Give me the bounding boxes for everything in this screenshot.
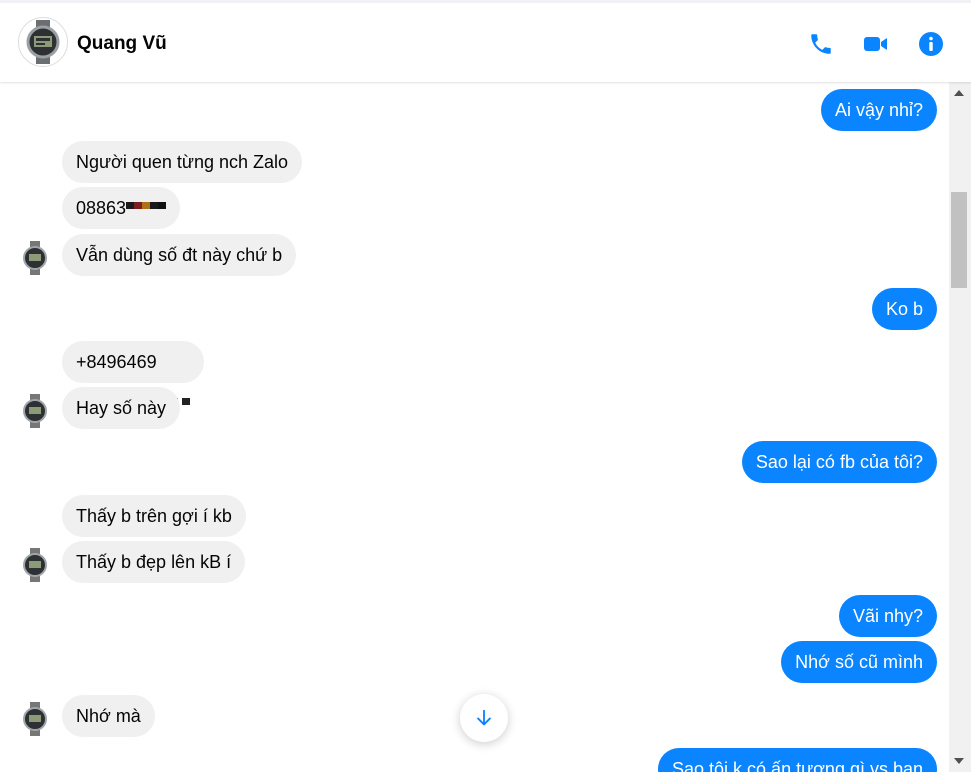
arrow-down-icon [477,709,491,726]
scroll-down-arrow-icon[interactable] [954,758,964,764]
scroll-up-arrow-icon[interactable] [954,90,964,96]
contact-avatar-small [21,394,49,428]
contact-name[interactable]: Quang Vũ [77,33,167,55]
phone-icon[interactable] [808,31,834,57]
incoming-message-redacted[interactable]: 08863 [62,187,181,252]
redaction-mark [126,202,167,252]
video-camera-icon[interactable] [863,31,889,57]
contact-avatar-small [21,241,49,275]
conversation-header: Quang Vũ [0,0,971,82]
message-text: +8496469 [76,352,157,372]
incoming-message-redacted[interactable]: +8496469 [62,341,204,406]
incoming-message[interactable]: Thấy b đẹp lên kB í [62,541,246,583]
message-thread[interactable]: Ai vậy nhỉ? Người quen từng nch Zalo 088… [0,82,949,772]
outgoing-message[interactable]: Sao lại có fb của tôi? [741,441,937,483]
message-text: 08863 [76,198,127,218]
contact-avatar-small [21,702,49,736]
incoming-message[interactable]: Nhớ mà [62,695,155,737]
outgoing-message[interactable]: Vãi nhy? [838,595,937,637]
redaction-mark [156,356,190,406]
contact-avatar[interactable] [18,17,68,67]
outgoing-message[interactable]: Nhớ số cũ mình [781,641,937,683]
incoming-message[interactable]: Hay số này [62,387,181,429]
contact-avatar-small [21,548,49,582]
incoming-message[interactable]: Người quen từng nch Zalo [62,141,303,183]
scroll-to-bottom-button[interactable] [460,694,508,742]
vertical-scrollbar[interactable] [949,82,971,772]
scrollbar-thumb[interactable] [951,192,967,288]
incoming-message[interactable]: Thấy b trên gợi í kb [62,495,246,537]
incoming-message[interactable]: Vẫn dùng số đt này chứ b [62,234,297,276]
outgoing-message[interactable]: Sao tôi k có ấn tượng gì vs bạn [658,748,937,772]
outgoing-message[interactable]: Ko b [871,288,937,330]
outgoing-message[interactable]: Ai vậy nhỉ? [820,89,937,131]
info-icon[interactable] [918,31,944,57]
